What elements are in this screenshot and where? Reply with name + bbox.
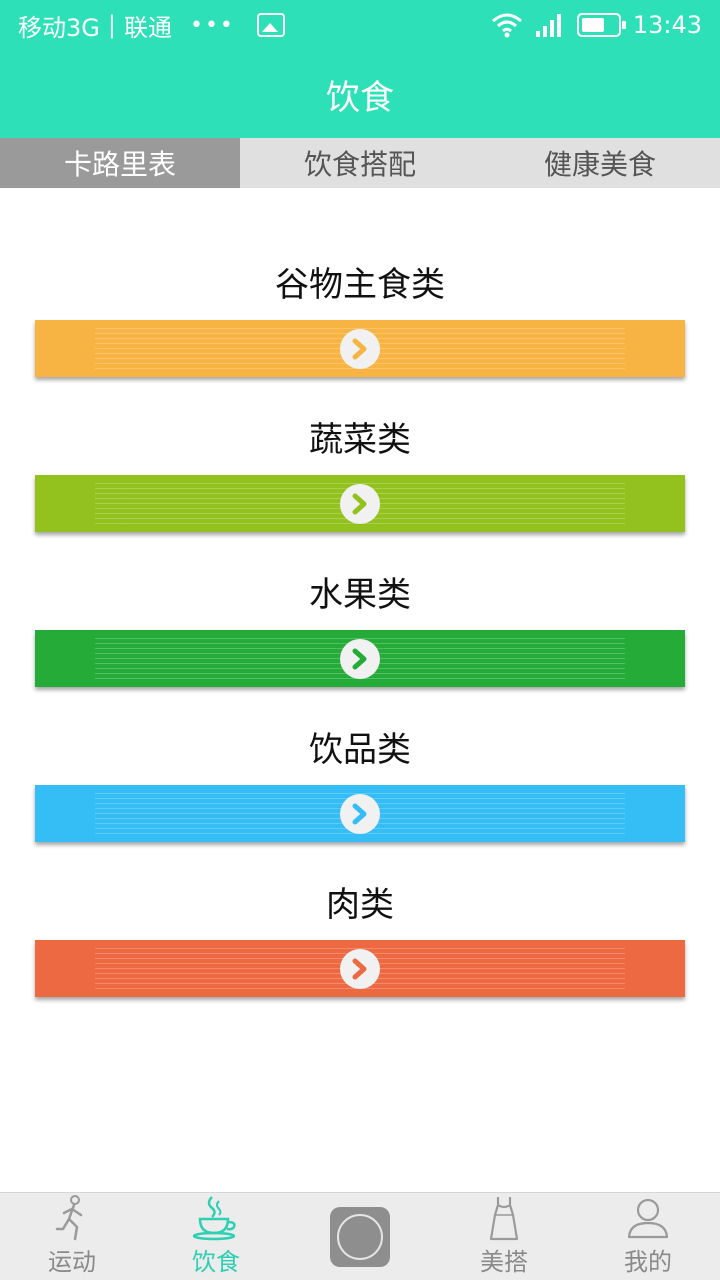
tab-bar: 卡路里表 饮食搭配 健康美食 [0,138,720,188]
chevron-right-icon [340,793,380,834]
category-vegetables: 蔬菜类 [35,415,685,532]
category-meat-button[interactable] [35,940,685,997]
app-logo-icon [330,1207,390,1267]
category-title: 谷物主食类 [275,265,445,305]
bottom-nav: 运动 饮食 美搭 我的 [0,1192,720,1280]
tab-diet-pairing[interactable]: 饮食搭配 [240,138,480,188]
chevron-right-icon [340,948,380,989]
category-drinks-button[interactable] [35,785,685,842]
status-right: 13:43 [491,11,702,39]
category-title: 饮品类 [309,730,411,770]
wifi-icon [491,13,522,38]
nav-diet[interactable]: 饮食 [144,1193,288,1280]
category-fruits-button[interactable] [35,630,685,687]
page-title: 饮食 [326,77,394,118]
nav-home-logo[interactable] [288,1193,432,1280]
nav-label: 我的 [624,1248,672,1276]
carrier-label: 移动3G [18,13,100,42]
category-vegetables-button[interactable] [35,475,685,532]
nav-label: 饮食 [192,1248,240,1276]
image-notification-icon [256,13,285,37]
status-left: 移动3G | 联通 ••• [18,8,285,43]
category-meat: 肉类 [35,880,685,997]
chevron-right-icon [340,483,380,524]
category-title: 蔬菜类 [309,420,411,460]
nav-exercise[interactable]: 运动 [0,1193,144,1280]
nav-outfit[interactable]: 美搭 [432,1193,576,1280]
more-notifications-icon: ••• [189,12,235,38]
category-fruits: 水果类 [35,570,685,687]
signal-icon [535,14,561,37]
battery-icon [576,13,626,37]
category-drinks: 饮品类 [35,725,685,842]
coffee-cup-icon [190,1193,242,1242]
dress-icon [487,1193,521,1242]
nav-label: 运动 [48,1248,96,1276]
clock: 13:43 [632,11,702,39]
tab-calorie-table[interactable]: 卡路里表 [0,138,240,188]
title-bar: 饮食 [0,50,720,138]
separator: | [107,11,116,39]
chevron-right-icon [340,328,380,369]
category-grains: 谷物主食类 [35,260,685,377]
tab-healthy-food[interactable]: 健康美食 [480,138,720,188]
nav-label: 美搭 [480,1248,528,1276]
chevron-right-icon [340,638,380,679]
person-icon [626,1193,670,1242]
category-title: 水果类 [309,575,411,615]
runner-icon [55,1193,89,1242]
carrier2-label: 联通 [123,13,172,42]
status-bar: 移动3G | 联通 ••• 13:43 [0,0,720,50]
category-grains-button[interactable] [35,320,685,377]
nav-profile[interactable]: 我的 [576,1193,720,1280]
category-title: 肉类 [326,885,394,925]
